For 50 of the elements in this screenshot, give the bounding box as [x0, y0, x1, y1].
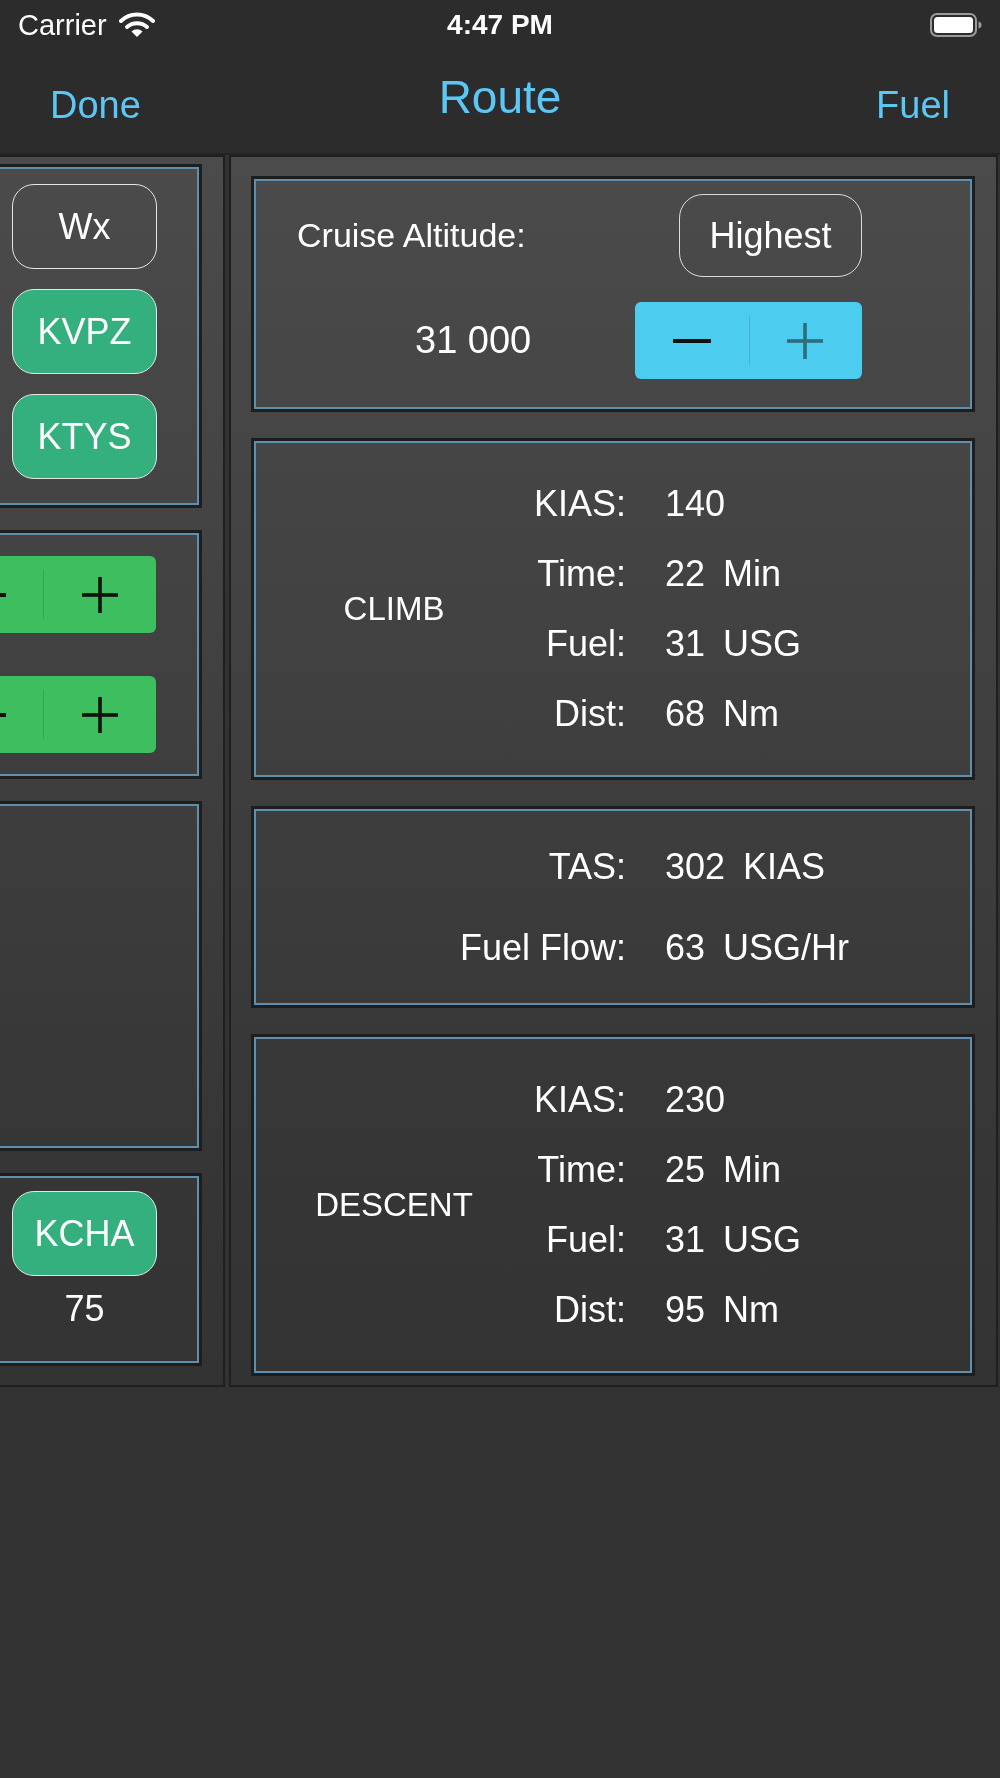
row-value: 230: [665, 1079, 726, 1121]
row-label: Fuel:: [545, 623, 626, 665]
done-button[interactable]: Done: [50, 84, 141, 127]
row-value: 22: [665, 553, 706, 595]
row-value: 63: [665, 926, 706, 969]
row-value: 25: [665, 1149, 706, 1191]
row-label: TAS:: [548, 845, 626, 888]
row-value: 31: [665, 1219, 706, 1261]
phase-title: CLIMB: [342, 590, 446, 628]
highest-button[interactable]: Highest: [679, 194, 862, 277]
row-value: 140: [665, 483, 726, 525]
phase-title: DESCENT: [314, 1186, 474, 1224]
row-value: 95: [665, 1289, 706, 1331]
plus-icon: [81, 696, 118, 733]
minus-icon: [672, 338, 711, 343]
unit-label: USG: [723, 623, 802, 665]
plus-icon: [81, 576, 118, 613]
row-label: Time:: [537, 553, 626, 595]
row-value: 31: [665, 623, 706, 665]
minus-icon: [0, 712, 6, 717]
stepper-control[interactable]: [0, 676, 156, 753]
unit-label: USG: [723, 1219, 802, 1261]
minus-icon: [0, 592, 6, 597]
unit-label: Min: [723, 553, 782, 595]
row-label: Fuel Flow:: [459, 926, 626, 969]
row-label: Dist:: [554, 693, 626, 735]
stepper-control[interactable]: [0, 556, 156, 633]
fuel-button[interactable]: Fuel: [876, 84, 950, 127]
nav-title: Route: [438, 69, 562, 124]
row-label: Time:: [537, 1149, 626, 1191]
row-value: 68: [665, 693, 706, 735]
status-time: 4:47 PM: [447, 9, 553, 41]
row-label: KIAS:: [533, 483, 626, 525]
battery-icon: [930, 13, 982, 37]
airport-value: 75: [63, 1288, 106, 1330]
row-label: KIAS:: [533, 1079, 626, 1121]
carrier-label: Carrier: [18, 8, 107, 42]
row-value: 302: [665, 845, 726, 888]
unit-label: Nm: [723, 693, 780, 735]
unit-label: Min: [723, 1149, 782, 1191]
unit-label: USG/Hr: [723, 926, 850, 969]
row-label: Dist:: [554, 1289, 626, 1331]
unit-label: KIAS: [743, 845, 826, 888]
altitude-value: 31 000: [415, 319, 533, 362]
plus-icon: [787, 322, 824, 359]
airport-button[interactable]: Wx: [12, 184, 157, 269]
unit-label: Nm: [723, 1289, 780, 1331]
wifi-icon: [118, 12, 155, 38]
row-label: Fuel:: [545, 1219, 626, 1261]
altitude-label: Cruise Altitude:: [297, 216, 527, 255]
